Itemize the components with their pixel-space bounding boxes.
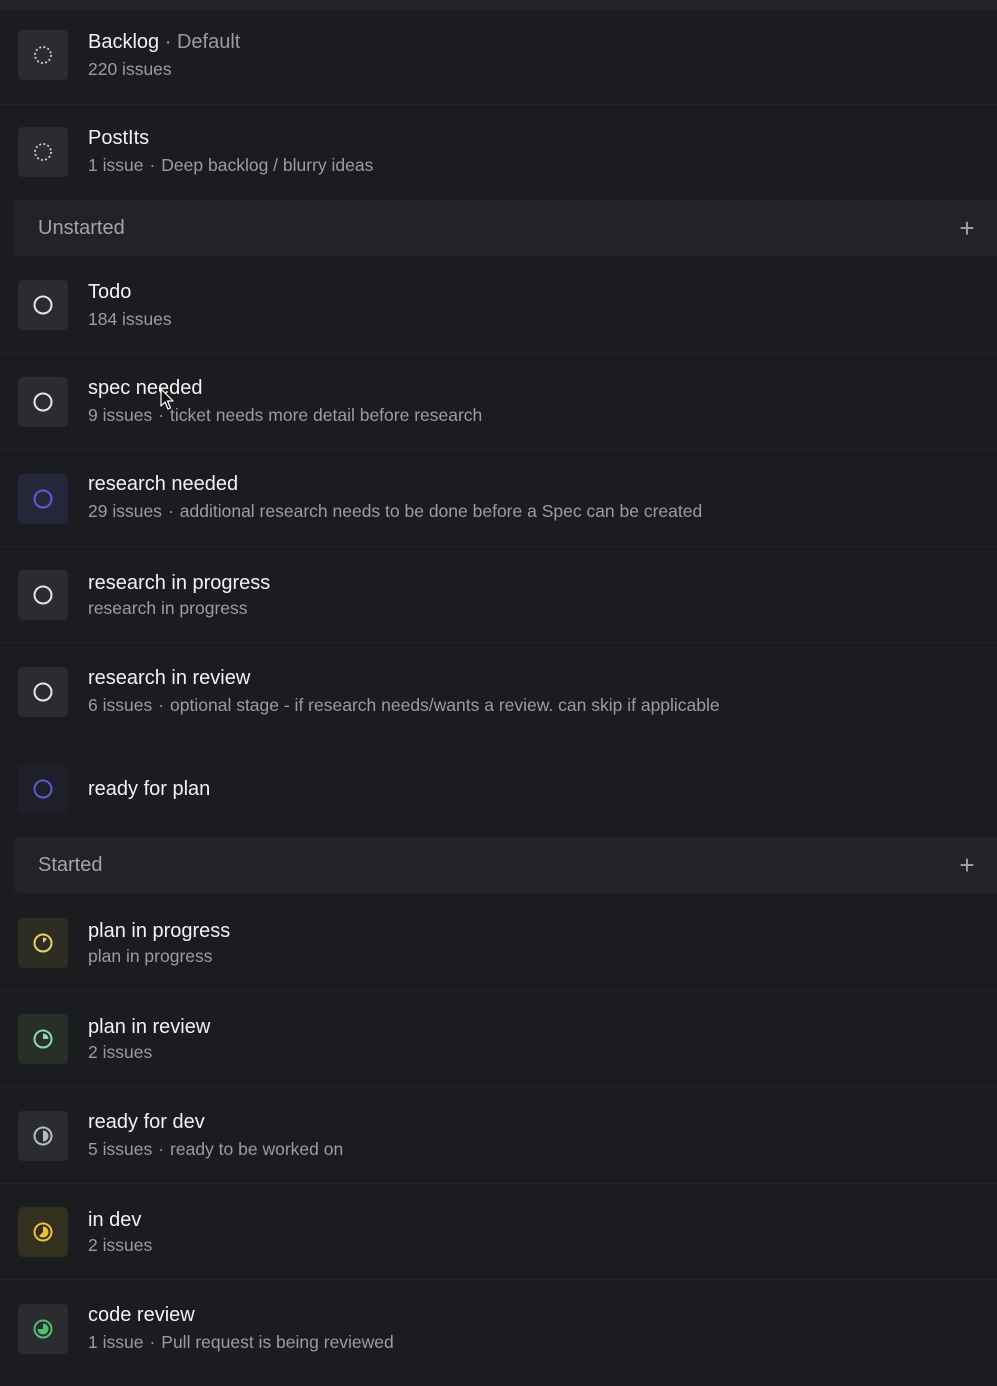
- dashed-circle-icon: [18, 30, 68, 80]
- empty-circle-icon: [18, 764, 68, 814]
- add-status-button[interactable]: +: [957, 214, 977, 242]
- add-status-button[interactable]: +: [957, 851, 977, 879]
- status-count: 2 issues: [88, 1235, 153, 1255]
- status-title: ready for dev: [88, 1111, 205, 1133]
- status-meta: 5 issues · ready to be worked on: [88, 1139, 344, 1159]
- progress-circle-icon: [18, 1304, 68, 1354]
- status-title: research needed: [88, 473, 239, 495]
- status-row-research-in-review[interactable]: research in review 6 issues · optional sta…: [0, 643, 997, 740]
- status-count: 184 issues: [88, 309, 172, 329]
- default-badge: Default: [176, 31, 241, 53]
- status-meta: 29 issues · additional research needs to b…: [88, 501, 703, 521]
- status-row-backlog[interactable]: Backlog · Default 220 issues: [0, 10, 997, 105]
- empty-circle-icon: [18, 377, 68, 427]
- status-title: plan in progress: [88, 920, 231, 942]
- status-row-research-needed[interactable]: research needed 29 issues · additional res…: [0, 450, 997, 547]
- dashed-circle-icon: [18, 127, 68, 177]
- status-title: research in progress: [88, 572, 271, 594]
- progress-circle-icon: [18, 918, 68, 968]
- empty-circle-icon: [18, 570, 68, 620]
- status-row-spec-needed[interactable]: spec needed 9 issues · ticket needs more d…: [0, 354, 997, 450]
- status-title: Backlog · Default: [88, 31, 241, 53]
- status-row-plan-in-progress[interactable]: plan in progress plan in progress: [0, 895, 997, 991]
- status-title: Todo: [88, 281, 132, 303]
- status-title: code review: [88, 1304, 195, 1326]
- group-label: Unstarted: [38, 217, 125, 239]
- status-count: 220 issues: [88, 59, 172, 79]
- empty-circle-icon: [18, 667, 68, 717]
- status-title: ready for plan: [88, 778, 211, 800]
- status-row-research-in-progress[interactable]: research in progress research in progres…: [0, 547, 997, 643]
- status-meta: 9 issues · ticket needs more detail before…: [88, 405, 483, 425]
- status-meta: 1 issue · Pull request is being reviewed: [88, 1332, 394, 1352]
- status-row-ready-for-plan[interactable]: ready for plan: [0, 740, 997, 836]
- status-title: spec needed: [88, 377, 203, 399]
- status-row-code-review[interactable]: code review 1 issue · Pull request is bein…: [0, 1280, 997, 1376]
- separator-dot: ·: [164, 31, 172, 53]
- progress-circle-icon: [18, 1207, 68, 1257]
- status-meta: 6 issues · optional stage - if research ne…: [88, 695, 720, 715]
- group-header-started: Started +: [14, 837, 997, 893]
- top-edge-strip: [0, 0, 997, 10]
- status-row-postits[interactable]: PostIts 1 issue · Deep backlog / blurry id…: [0, 105, 997, 200]
- progress-circle-icon: [18, 1111, 68, 1161]
- empty-circle-icon: [18, 474, 68, 524]
- status-title: in dev: [88, 1209, 142, 1231]
- status-title: research in review: [88, 667, 251, 689]
- status-description: plan in progress: [88, 946, 213, 966]
- progress-circle-icon: [18, 1014, 68, 1064]
- status-meta: 1 issue · Deep backlog / blurry ideas: [88, 155, 374, 175]
- status-row-in-dev[interactable]: in dev 2 issues: [0, 1184, 997, 1280]
- group-label: Started: [38, 854, 103, 876]
- status-count: 2 issues: [88, 1042, 153, 1062]
- status-row-plan-in-review[interactable]: plan in review 2 issues: [0, 991, 997, 1087]
- status-title: plan in review: [88, 1016, 211, 1038]
- status-row-ready-for-dev[interactable]: ready for dev 5 issues · ready to be worke…: [0, 1087, 997, 1184]
- group-header-unstarted: Unstarted +: [14, 200, 997, 256]
- status-description: research in progress: [88, 598, 248, 618]
- empty-circle-icon: [18, 280, 68, 330]
- status-title: PostIts: [88, 127, 150, 149]
- mouse-cursor-icon: [160, 388, 176, 412]
- status-row-todo[interactable]: Todo 184 issues: [0, 258, 997, 354]
